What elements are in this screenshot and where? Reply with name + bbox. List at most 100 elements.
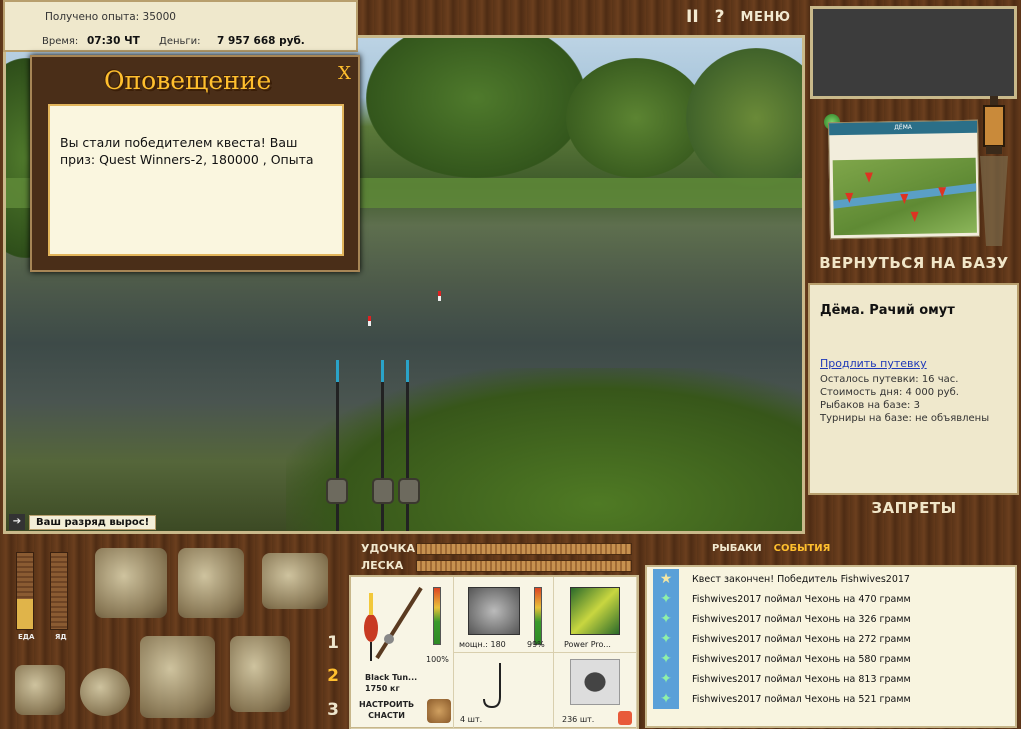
base-map-card[interactable]: ДЁМА [827,119,981,240]
fish-icon: ✦ [653,649,679,669]
rod-cell[interactable]: 100% Black Tun... 1750 кг НАСТРОИТЬ СНАС… [351,577,454,729]
rod-slot-3[interactable]: 3 [322,697,344,723]
rod-tension-bar [416,543,632,555]
money-value: 7 957 668 руб. [217,35,305,47]
backpack-icon[interactable] [178,548,244,618]
location-name: Дёма. Рачий омут [820,303,955,318]
event-item: ✦ Fishwives2017 поймал Чехонь на 326 грам… [653,609,911,629]
base-info-panel: Дёма. Рачий омут Продлить путевку Остало… [808,283,1019,495]
reel[interactable] [398,478,420,504]
star-icon: ★ [653,569,679,589]
back-to-base-button[interactable]: ВЕРНУТЬСЯ НА БАЗУ [812,254,1016,272]
fish-icon: ✦ [653,589,679,609]
line-cell[interactable]: Power Pro... [554,577,637,653]
event-item: ✦ Fishwives2017 поймал Чехонь на 521 грам… [653,689,911,709]
tackle-box-small-icon[interactable] [427,699,451,723]
map-pin-icon[interactable] [864,172,874,183]
bait-jar-icon[interactable] [15,665,65,715]
grass-foreground [286,368,802,531]
rod-percent: 100% [426,655,449,664]
help-button[interactable]: ? [715,7,725,27]
events-tabs: РЫБАКИ СОБЫТИЯ [712,543,830,554]
fishing-rod[interactable] [381,360,384,531]
level-up-message: ➔ Ваш разряд вырос! [9,513,157,531]
time-value: 07:30 ЧТ [87,35,140,47]
pause-button[interactable]: II [686,7,699,27]
map-pin-icon[interactable] [845,192,854,204]
hook-icon [483,663,501,709]
rod-weight: 1750 кг [365,684,400,693]
event-text: Fishwives2017 поймал Чехонь на 470 грамм [692,593,911,605]
menu-button[interactable]: МЕНЮ [741,10,791,25]
poison-bar [50,552,68,630]
float-marker[interactable] [438,291,441,301]
reel-percent: 99% [527,640,545,649]
event-item: ✦ Fishwives2017 поймал Чехонь на 813 грам… [653,669,911,689]
fish-icon: ✦ [653,689,679,709]
event-text: Fishwives2017 поймал Чехонь на 813 грамм [692,673,911,685]
notebook-icon[interactable] [262,553,328,609]
event-text: Fishwives2017 поймал Чехонь на 580 грамм [692,653,911,665]
reel[interactable] [372,478,394,504]
bag-icon[interactable] [140,636,215,718]
tree-canopy [566,58,706,178]
fish-icon: ✦ [653,669,679,689]
food-bar-fill [17,598,33,629]
level-up-text: Ваш разряд вырос! [29,514,157,530]
minimap-panel [810,6,1017,99]
bait-count: 236 шт. [562,715,595,724]
map-pin-icon[interactable] [900,193,909,205]
gear-panel: 100% Black Tun... 1750 кг НАСТРОИТЬ СНАС… [349,575,639,729]
line-name: Power Pro... [564,640,611,649]
tab-fishers[interactable]: РЫБАКИ [712,543,762,554]
top-controls: II ? МЕНЮ [686,6,791,28]
notification-body: Вы стали победителем квеста! Ваш приз: Q… [48,104,344,256]
close-button[interactable]: X [338,63,351,84]
fly-bait-icon [570,659,620,705]
event-text: Fishwives2017 поймал Чехонь на 272 грамм [692,633,911,645]
fishing-rod[interactable] [336,360,339,531]
reel-cell[interactable]: мощн.: 180 99% [454,577,554,653]
notification-popup: Оповещение X Вы стали победителем квеста… [30,55,360,272]
hand-icon[interactable] [618,711,632,725]
food-label: ЕДА [18,633,35,641]
rod-float-icon [364,586,423,661]
hook-cell[interactable]: 4 шт. [454,653,554,729]
rod-name: Black Tun... [365,673,418,682]
events-panel: ★ Квест закончен! Победитель Fishwives201… [645,565,1017,728]
reel-power: мощн.: 180 [459,640,506,649]
event-text: Квест закончен! Победитель Fishwives2017 [692,573,910,585]
rod-slot-2[interactable]: 2 [322,663,344,689]
map-pin-icon[interactable] [938,187,947,198]
reel-icon [468,587,520,635]
tackle-box-icon[interactable] [95,548,167,618]
fish-icon: ✦ [653,609,679,629]
extend-pass-link[interactable]: Продлить путевку [820,357,927,370]
float-marker[interactable] [368,316,371,326]
map-pin-icon[interactable] [910,211,919,222]
line-spool-icon [570,587,620,635]
arrow-right-icon: ➔ [9,514,25,530]
event-text: Fishwives2017 поймал Чехонь на 521 грамм [692,693,911,705]
fishers-count-text: Рыбаков на базе: 3 [820,400,920,411]
tab-events[interactable]: СОБЫТИЯ [774,543,831,554]
time-label: Время: [42,36,79,47]
poison-label: ЯД [55,633,67,641]
compass-icon[interactable] [80,668,130,716]
setup-tackle-button[interactable]: НАСТРОИТЬ СНАСТИ [359,699,414,721]
bucket-icon[interactable] [230,636,290,712]
rod-slot-1[interactable]: 1 [322,630,344,656]
money-label: Деньги: [159,36,201,47]
tournaments-text: Турниры на базе: не объявлены [820,413,990,424]
event-text: Fishwives2017 поймал Чехонь на 326 грамм [692,613,911,625]
fish-icon: ✦ [653,629,679,649]
player-stats: Получено опыта: 35000 Время: 07:30 ЧТ Де… [3,0,358,52]
bait-cell[interactable]: 236 шт. [554,653,637,729]
rod-condition-meter [433,587,441,645]
tree-canopy [686,48,802,188]
reel[interactable] [326,478,348,504]
fishing-rod[interactable] [406,360,409,531]
bans-button[interactable]: ЗАПРЕТЫ [812,499,1016,517]
line-tension-bar [416,560,632,572]
map-header: ДЁМА [829,120,978,136]
